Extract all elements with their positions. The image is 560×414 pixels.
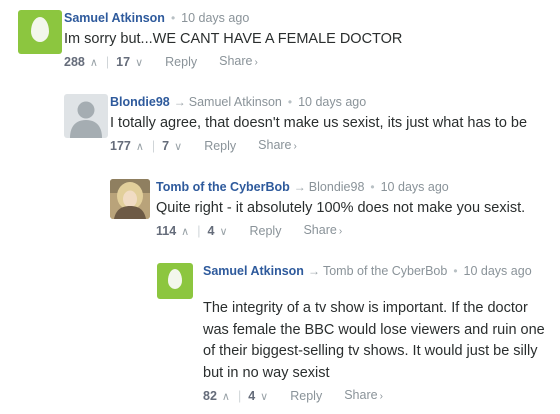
share-caret-icon: › xyxy=(379,391,383,402)
downvote-icon: ∨ xyxy=(219,225,228,238)
parent-author[interactable]: Samuel Atkinson xyxy=(189,95,282,109)
upvote-count: 114 xyxy=(156,223,177,238)
reply-arrow-icon: → xyxy=(173,95,186,109)
default-user-avatar[interactable] xyxy=(64,94,108,138)
comment-header: Samuel Atkinson → Tomb of the CyberBob • 10 … xyxy=(203,263,553,279)
share-caret-icon: › xyxy=(293,141,297,152)
upvote-icon: ∧ xyxy=(181,225,190,238)
upvote-button[interactable]: 177 ∧ xyxy=(110,138,144,155)
downvote-icon: ∨ xyxy=(135,56,144,69)
share-button[interactable]: Share › xyxy=(219,53,258,71)
comment-text: I totally agree, that doesn't make us se… xyxy=(110,115,528,131)
share-caret-icon: › xyxy=(254,57,258,68)
upvote-icon: ∧ xyxy=(221,390,230,403)
comment-text: Im sorry but...WE CANT HAVE A FEMALE DOC… xyxy=(64,31,403,47)
author-name[interactable]: Samuel Atkinson xyxy=(203,264,304,278)
comment: Tomb of the CyberBob → Blondie98 • 10 days a… xyxy=(110,179,555,249)
photo-avatar[interactable] xyxy=(110,179,150,219)
downvote-button[interactable]: 17 ∨ xyxy=(116,54,143,71)
comment-actions: 177 ∧ | 7 ∨ Reply Share › xyxy=(110,137,550,155)
timestamp[interactable]: 10 days ago xyxy=(381,180,449,194)
downvote-count: 4 xyxy=(207,223,215,238)
reply-arrow-icon: → xyxy=(293,180,306,194)
dot-separator: • xyxy=(453,264,458,278)
reply-button[interactable]: Reply xyxy=(290,388,322,404)
egg-avatar[interactable] xyxy=(18,10,62,54)
author-name[interactable]: Blondie98 xyxy=(110,95,170,109)
share-button[interactable]: Share › xyxy=(258,137,297,155)
share-label: Share xyxy=(344,388,378,402)
vote-divider: | xyxy=(237,389,242,403)
comment-text: Quite right - it absolutely 100% does no… xyxy=(156,200,526,216)
upvote-count: 288 xyxy=(64,54,85,69)
author-name[interactable]: Samuel Atkinson xyxy=(64,11,165,25)
portrait-photo-icon xyxy=(110,179,150,219)
downvote-count: 4 xyxy=(248,388,256,403)
parent-author[interactable]: Tomb of the CyberBob xyxy=(323,264,447,278)
upvote-icon: ∧ xyxy=(135,140,144,153)
vote-divider: | xyxy=(197,224,201,238)
comment-header: Blondie98 → Samuel Atkinson • 10 days ago xyxy=(110,94,550,110)
dot-separator: • xyxy=(170,11,176,25)
share-label: Share xyxy=(219,54,253,68)
reply-button[interactable]: Reply xyxy=(204,138,236,154)
comment: Samuel Atkinson → Tomb of the CyberBob • 10 … xyxy=(157,263,555,408)
timestamp[interactable]: 10 days ago xyxy=(464,264,532,278)
dot-separator: • xyxy=(287,95,293,109)
downvote-count: 17 xyxy=(116,54,131,69)
egg-icon xyxy=(168,269,182,289)
upvote-button[interactable]: 82 ∧ xyxy=(203,388,230,405)
upvote-button[interactable]: 114 ∧ xyxy=(156,223,189,240)
comment-actions: 288 ∧ | 17 ∨ Reply Share › xyxy=(64,53,544,71)
upvote-icon: ∧ xyxy=(89,56,98,69)
vote-divider: | xyxy=(151,139,156,153)
timestamp[interactable]: 10 days ago xyxy=(181,11,249,25)
comment-text: The integrity of a tv show is important.… xyxy=(203,300,545,381)
author-name[interactable]: Tomb of the CyberBob xyxy=(156,180,290,194)
parent-author[interactable]: Blondie98 xyxy=(309,180,365,194)
comment-actions: 114 ∧ | 4 ∨ Reply Share › xyxy=(156,222,551,240)
downvote-icon: ∨ xyxy=(174,140,183,153)
downvote-button[interactable]: 7 ∨ xyxy=(162,138,182,155)
share-label: Share xyxy=(258,138,292,152)
share-caret-icon: › xyxy=(338,226,343,237)
user-silhouette-icon xyxy=(70,101,102,138)
reply-button[interactable]: Reply xyxy=(250,223,282,239)
timestamp[interactable]: 10 days ago xyxy=(298,95,366,109)
comment-header: Tomb of the CyberBob → Blondie98 • 10 days a… xyxy=(156,179,551,195)
downvote-button[interactable]: 4 ∨ xyxy=(207,223,227,240)
comment: Samuel Atkinson • 10 days ago Im sorry but… xyxy=(18,10,548,80)
dot-separator: • xyxy=(370,180,375,194)
upvote-count: 82 xyxy=(203,388,217,403)
downvote-icon: ∨ xyxy=(260,390,269,403)
share-button[interactable]: Share › xyxy=(344,387,383,405)
reply-arrow-icon: → xyxy=(307,264,320,278)
share-button[interactable]: Share › xyxy=(303,222,342,240)
downvote-count: 7 xyxy=(162,138,170,153)
comment: Blondie98 → Samuel Atkinson • 10 days ago I … xyxy=(64,94,554,164)
upvote-button[interactable]: 288 ∧ xyxy=(64,54,98,71)
share-label: Share xyxy=(303,223,337,237)
upvote-count: 177 xyxy=(110,138,131,153)
reply-button[interactable]: Reply xyxy=(165,54,197,70)
egg-icon xyxy=(31,17,49,42)
vote-divider: | xyxy=(105,55,110,69)
comment-header: Samuel Atkinson • 10 days ago xyxy=(64,10,544,26)
comment-actions: 82 ∧ | 4 ∨ Reply Share › xyxy=(203,387,553,405)
downvote-button[interactable]: 4 ∨ xyxy=(248,388,268,405)
egg-avatar[interactable] xyxy=(157,263,193,299)
comment-thread: Samuel Atkinson • 10 days ago Im sorry but… xyxy=(0,0,560,414)
